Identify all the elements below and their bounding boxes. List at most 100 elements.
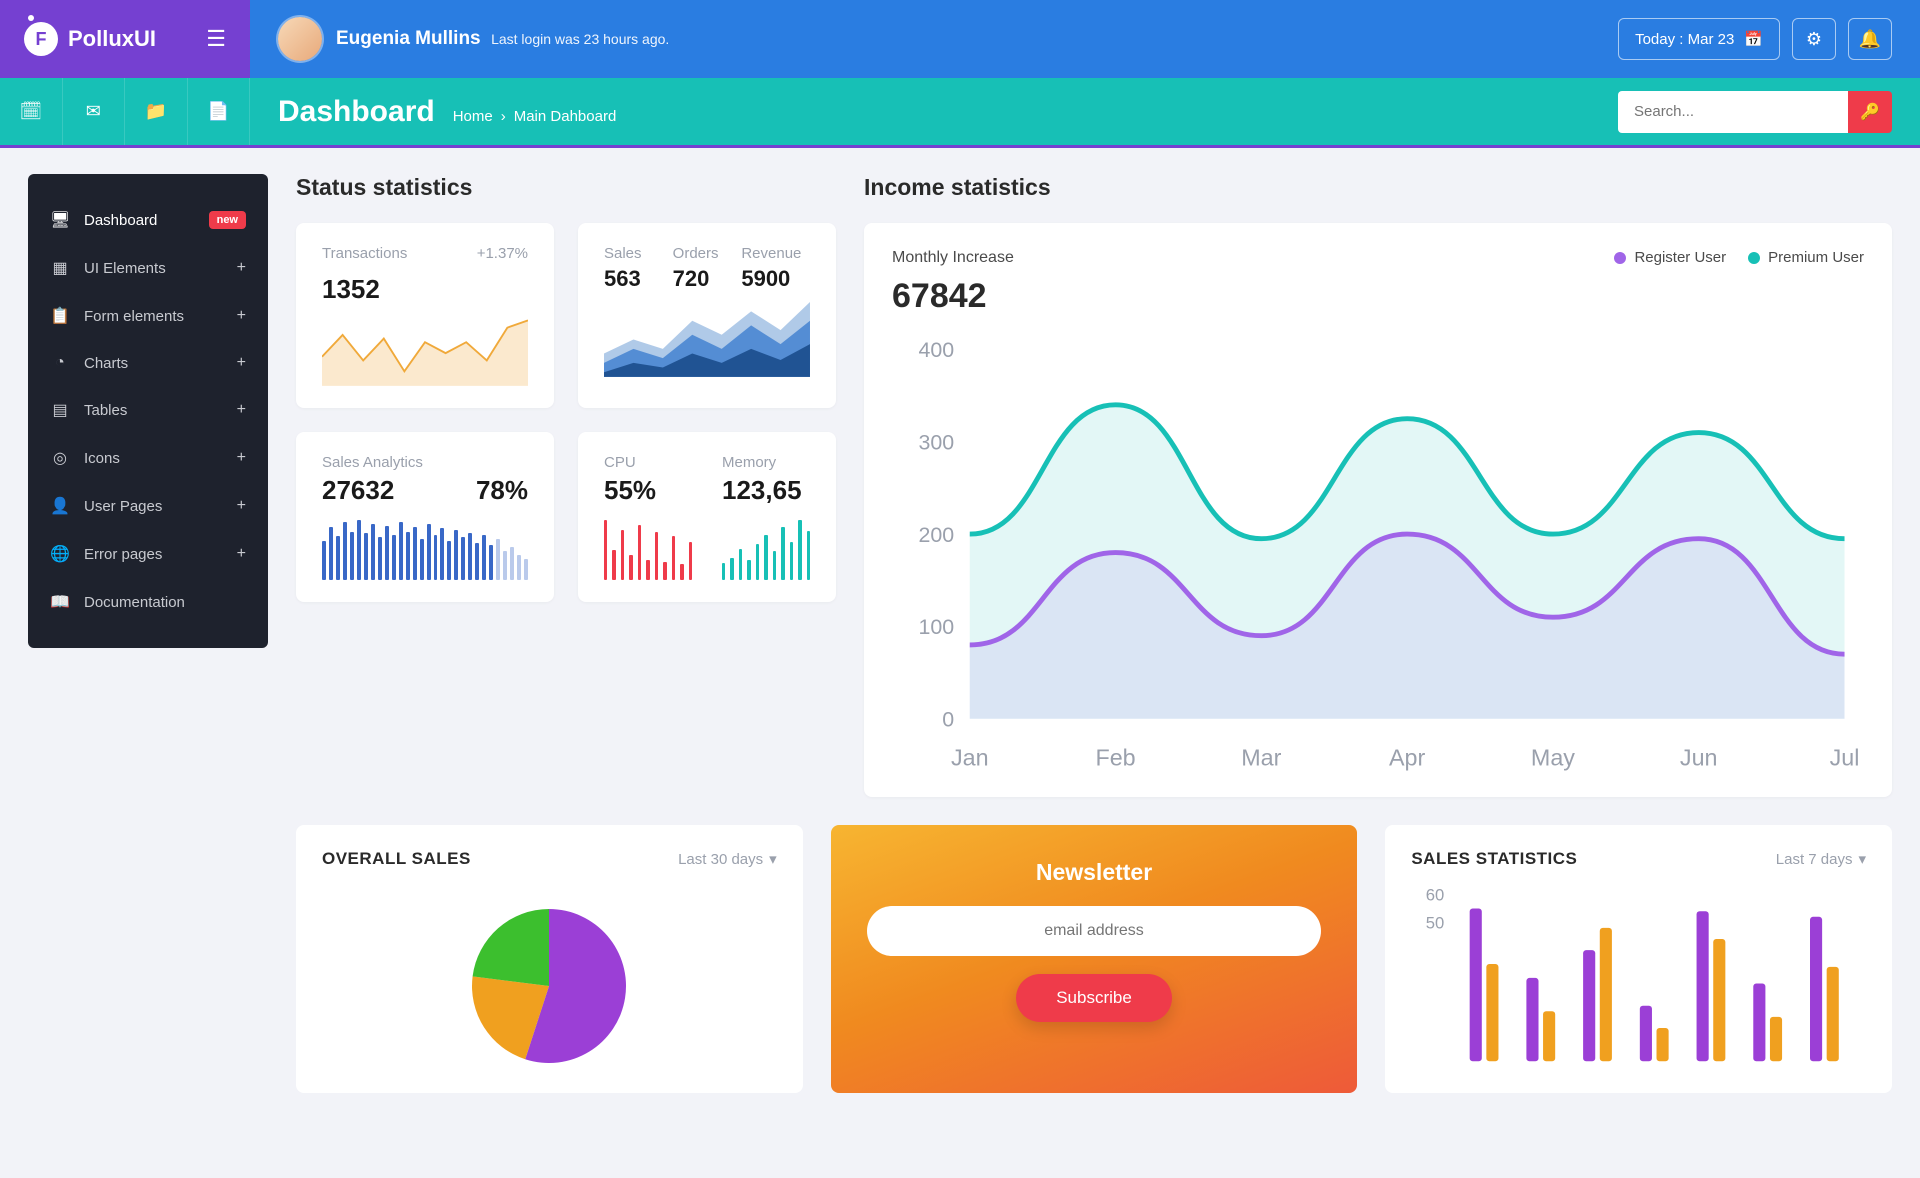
user-plus-icon: 👤 <box>50 496 70 516</box>
svg-text:Mar: Mar <box>1241 744 1281 770</box>
sidebar-item-icons[interactable]: ◎Icons+ <box>28 434 268 482</box>
caret-down-icon: ▾ <box>1858 850 1866 868</box>
sidebar-item-label: Charts <box>84 355 128 372</box>
user-block[interactable]: Eugenia Mullins Last login was 23 hours … <box>278 17 669 61</box>
plus-icon: + <box>237 449 246 467</box>
plus-icon: + <box>237 259 246 277</box>
gear-icon: ⚙ <box>1806 29 1822 50</box>
transactions-label: Transactions <box>322 245 407 262</box>
new-badge: new <box>209 211 246 229</box>
book-icon: 📖 <box>50 592 70 612</box>
cpu-value: 55% <box>604 475 692 506</box>
income-value: 67842 <box>892 277 1864 316</box>
avatar <box>278 17 322 61</box>
card-system: CPU 55% Memory 123,65 <box>578 432 836 602</box>
search-icon: 🔑 <box>1860 104 1880 121</box>
orders-value: 720 <box>673 266 742 292</box>
sidebar-item-form-elements[interactable]: 📋 Form elements + <box>28 292 268 340</box>
top-bar: Eugenia Mullins Last login was 23 hours … <box>250 0 1920 78</box>
page-title: Dashboard <box>278 95 435 129</box>
salesstat-title: SALES STATISTICS <box>1411 849 1577 869</box>
logo-icon: F <box>24 22 58 56</box>
sidebar-item-ui-elements[interactable]: ▦UI Elements+ <box>28 244 268 292</box>
svg-text:200: 200 <box>919 523 955 547</box>
search-input[interactable] <box>1618 91 1848 133</box>
sidebar-item-label: User Pages <box>84 498 162 515</box>
sidebar-item-dashboard[interactable]: 🖥 Dashboard new <box>28 196 268 244</box>
card-newsletter: Newsletter Subscribe <box>831 825 1358 1093</box>
sidebar-item-label: Form elements <box>84 308 184 325</box>
sales-value: 563 <box>604 266 673 292</box>
crumb-home[interactable]: Home <box>453 108 493 125</box>
subscribe-button[interactable]: Subscribe <box>1016 974 1172 1022</box>
income-label: Monthly Increase <box>892 249 1014 267</box>
menu-toggle-icon[interactable]: ☰ <box>206 26 226 52</box>
sales-label: Sales <box>604 245 673 262</box>
revenue-value: 5900 <box>741 266 810 292</box>
sidebar: 🖥Dashboardnew ▦UI Elements+ 📋Form elemen… <box>28 174 268 648</box>
search-box: 🔑 <box>1618 91 1892 133</box>
card-sales-analytics: Sales Analytics 27632 78% <box>296 432 554 602</box>
sidebar-item-label: UI Elements <box>84 260 166 277</box>
section-title-status: Status statistics <box>296 174 836 201</box>
memory-label: Memory <box>722 454 810 471</box>
svg-text:50: 50 <box>1426 914 1445 933</box>
sidebar-item-error-pages[interactable]: 🌐Error pages+ <box>28 530 268 578</box>
last-login: Last login was 23 hours ago. <box>491 31 669 47</box>
cpu-label: CPU <box>604 454 692 471</box>
crumb-current: Main Dahboard <box>514 108 617 125</box>
quick-calendar-icon[interactable]: 🗓 <box>0 78 63 145</box>
quick-folder-icon[interactable]: 📁 <box>125 78 188 145</box>
overall-range-label: Last 30 days <box>678 851 763 868</box>
monitor-icon: 🖥 <box>50 210 70 230</box>
card-income: Monthly Increase Register User Premium U… <box>864 223 1892 797</box>
notifications-button[interactable]: 🔔 <box>1848 18 1892 60</box>
svg-text:100: 100 <box>919 615 955 639</box>
sidebar-item-user-pages[interactable]: 👤 User Pages + <box>28 482 268 530</box>
transactions-pct: +1.37% <box>477 245 528 262</box>
legend-premium: Premium User <box>1768 249 1864 266</box>
sidebar-item-label: Icons <box>84 450 120 467</box>
svg-text:Jun: Jun <box>1680 744 1718 770</box>
grid-icon: ▤ <box>50 400 70 420</box>
search-button[interactable]: 🔑 <box>1848 91 1892 133</box>
today-button[interactable]: Today : Mar 23 📅 <box>1618 18 1780 60</box>
brand-bar: F PolluxUI ☰ <box>0 0 250 78</box>
svg-text:Jan: Jan <box>951 744 989 770</box>
svg-text:0: 0 <box>942 708 954 732</box>
pie-icon: ◔ <box>50 354 70 372</box>
revenue-label: Revenue <box>741 245 810 262</box>
plus-icon: + <box>237 497 246 515</box>
sidebar-item-label: Dashboard <box>84 212 157 229</box>
clipboard-icon: 📋 <box>50 306 70 326</box>
legend-register: Register User <box>1634 249 1726 266</box>
plus-icon: + <box>237 307 246 325</box>
caret-down-icon: ▾ <box>769 850 777 868</box>
svg-text:Apr: Apr <box>1389 744 1426 770</box>
overall-range-select[interactable]: Last 30 days ▾ <box>678 850 777 868</box>
brand-name: PolluxUI <box>68 26 156 52</box>
brand[interactable]: F PolluxUI <box>24 22 156 56</box>
quick-mail-icon[interactable]: ✉ <box>63 78 126 145</box>
overall-pie-chart <box>439 887 659 1063</box>
memory-value: 123,65 <box>722 475 810 506</box>
calendar-icon: 📅 <box>1744 30 1763 48</box>
orders-label: Orders <box>673 245 742 262</box>
svg-text:60: 60 <box>1426 887 1445 905</box>
bell-icon: 🔔 <box>1859 29 1881 50</box>
sidebar-item-label: Error pages <box>84 546 162 563</box>
today-label: Today : Mar 23 <box>1635 31 1734 48</box>
settings-button[interactable]: ⚙ <box>1792 18 1836 60</box>
sidebar-item-documentation[interactable]: 📖Documentation <box>28 578 268 626</box>
analytics-value: 27632 <box>322 475 394 506</box>
svg-text:May: May <box>1531 744 1575 770</box>
quick-document-icon[interactable]: 📄 <box>188 78 251 145</box>
sidebar-item-tables[interactable]: ▤Tables+ <box>28 386 268 434</box>
salesstat-range-label: Last 7 days <box>1776 851 1853 868</box>
card-transactions: Transactions +1.37% 1352 <box>296 223 554 408</box>
plus-icon: + <box>237 354 246 372</box>
newsletter-email-input[interactable] <box>867 906 1322 956</box>
sidebar-item-label: Tables <box>84 402 127 419</box>
salesstat-range-select[interactable]: Last 7 days ▾ <box>1776 850 1866 868</box>
sidebar-item-charts[interactable]: ◔ Charts + <box>28 340 268 386</box>
